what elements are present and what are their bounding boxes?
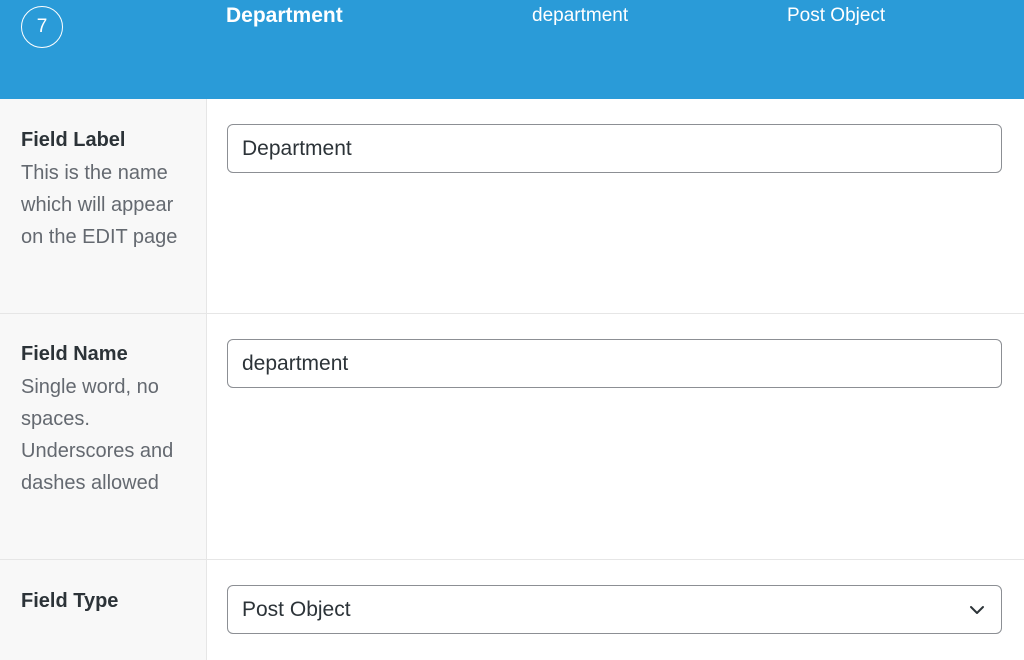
field-label-input[interactable] [227, 124, 1002, 173]
field-label-description: This is the name which will appear on th… [21, 162, 178, 248]
field-type-row: Field Type Post Object [0, 560, 1024, 660]
field-type-select[interactable]: Post Object [227, 585, 1002, 634]
field-label-label-column: Field Label This is the name which will … [0, 99, 207, 313]
field-name-input-column [207, 314, 1024, 559]
field-type-label-column: Field Type [0, 560, 207, 660]
field-header-type: Post Object [787, 5, 886, 26]
field-name-input[interactable] [227, 339, 1002, 388]
field-type-input-column: Post Object [207, 560, 1024, 660]
field-name-label-column: Field Name Single word, no spaces. Under… [0, 314, 207, 559]
field-header[interactable]: 7 Department department Post Object [0, 0, 1024, 99]
field-type-selected-value: Post Object [242, 597, 351, 621]
field-name-description: Single word, no spaces. Underscores and … [21, 376, 174, 494]
chevron-down-icon [970, 606, 984, 614]
field-label-row: Field Label This is the name which will … [0, 99, 1024, 314]
field-order-badge: 7 [21, 6, 63, 48]
field-label-input-column [207, 99, 1024, 313]
field-name-title: Field Name [21, 343, 128, 365]
field-name-row: Field Name Single word, no spaces. Under… [0, 314, 1024, 560]
field-header-label[interactable]: Department [226, 4, 343, 28]
field-label-title: Field Label [21, 129, 126, 151]
field-type-title: Field Type [21, 590, 119, 612]
field-header-name: department [532, 5, 629, 26]
